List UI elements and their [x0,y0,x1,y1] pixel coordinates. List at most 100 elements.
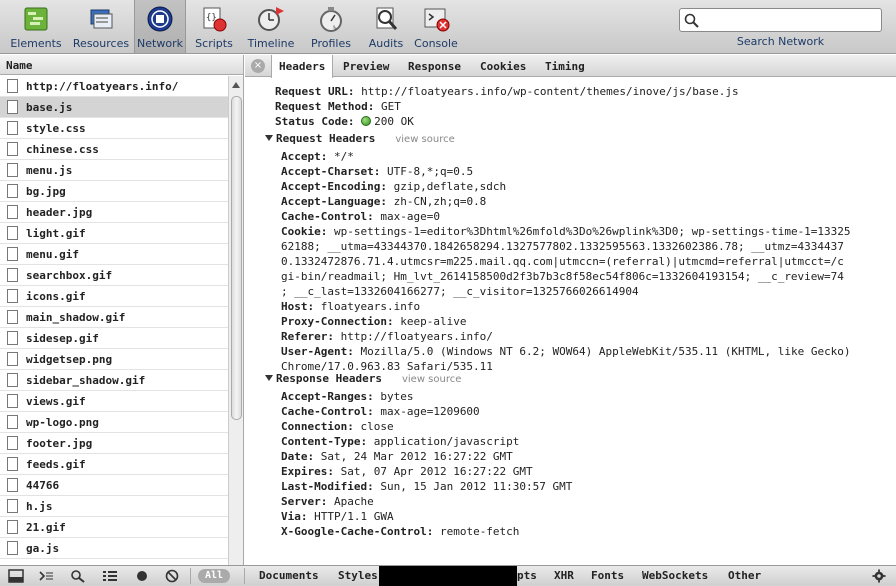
header-row: X-Google-Cache-Control: remote-fetch [281,524,519,539]
file-row[interactable]: footer.jpg [0,433,228,454]
filter-xhr[interactable]: XHR [554,569,574,582]
header-row: Accept-Language: zh-CN,zh;q=0.8 [281,194,486,209]
tool-scripts-label: Scripts [195,37,233,50]
file-icon [7,205,18,219]
tab-headers[interactable]: Headers [271,55,334,78]
tool-elements[interactable]: Elements [4,0,68,53]
file-row[interactable]: light.gif [0,223,228,244]
tab-timing[interactable]: Timing [538,55,592,77]
header-row: Last-Modified: Sun, 15 Jan 2012 11:30:57… [281,479,572,494]
scroll-thumb[interactable] [231,96,242,420]
header-row: Cache-Control: max-age=0 [281,209,440,224]
disclosure-triangle-icon[interactable] [265,135,273,141]
inspect-search-icon[interactable] [70,569,86,583]
request-url-value: http://floatyears.info/wp-content/themes… [361,85,739,98]
file-name: menu.gif [26,248,79,261]
file-row[interactable]: feeds.gif [0,454,228,475]
tool-resources[interactable]: Resources [70,0,132,53]
filter-documents[interactable]: Documents [259,569,319,582]
request-headers-section[interactable]: Request Headers view source [265,131,455,147]
file-name: wp-logo.png [26,416,99,429]
header-key: Host: [281,300,315,313]
file-icon [7,184,18,198]
dock-icon[interactable] [8,569,24,583]
filter-fonts[interactable]: Fonts [591,569,624,582]
header-row: User-Agent: Mozilla/5.0 (Windows NT 6.2;… [281,344,851,359]
response-headers-title: Response Headers [276,372,382,385]
scroll-up-icon[interactable] [232,82,240,88]
console-toggle-icon[interactable] [38,569,54,583]
tool-audits[interactable]: Audits [362,0,410,53]
status-ok-icon [361,116,372,126]
file-icon [7,226,18,240]
file-row[interactable]: searchbox.gif [0,265,228,286]
file-row[interactable]: style.css [0,118,228,139]
file-icon [7,121,18,135]
network-icon [147,6,173,32]
request-view-source-link[interactable]: view source [395,134,454,145]
file-row[interactable]: menu.js [0,160,228,181]
tool-scripts[interactable]: {} Scripts [188,0,240,53]
header-key: Date: [281,450,315,463]
file-name: base.js [26,101,73,114]
filter-styles[interactable]: Styles [338,569,378,582]
file-row[interactable]: 21.gif [0,517,228,538]
header-value: close [360,420,394,433]
file-list-scrollbar[interactable] [228,76,243,565]
file-row[interactable]: bg.jpg [0,181,228,202]
tool-timeline[interactable]: Timeline [242,0,300,53]
filter-other[interactable]: Other [728,569,761,582]
search-input[interactable] [679,8,882,32]
file-row[interactable]: icons.gif [0,286,228,307]
header-row: Connection: close [281,419,394,434]
header-key: Accept-Charset: [281,165,381,178]
file-icon [7,247,18,261]
tab-cookies[interactable]: Cookies [473,55,533,77]
tool-profiles[interactable]: % Profiles [302,0,360,53]
filter-websockets[interactable]: WebSockets [642,569,708,582]
file-row[interactable]: header.jpg [0,202,228,223]
header-value: */* [333,150,354,163]
filter-scripts[interactable]: pts [517,569,537,582]
file-name: searchbox.gif [26,269,113,282]
gear-icon[interactable] [871,569,887,583]
header-row: 62188; __utma=43344370.1842658294.132757… [281,239,844,254]
file-row[interactable]: sidebar_shadow.gif [0,370,228,391]
header-key: Accept: [281,150,328,163]
file-row[interactable]: sidesep.gif [0,328,228,349]
file-row[interactable]: base.js [0,97,228,118]
tab-response[interactable]: Response [401,55,468,77]
response-view-source-link[interactable]: view source [402,374,461,385]
list-view-icon[interactable] [102,569,118,583]
redacted-block [379,566,517,586]
name-column-header[interactable]: Name [0,55,243,75]
file-row[interactable]: chinese.css [0,139,228,160]
header-value: wp-settings-1=editor%3Dhtml%26mfold%3Do%… [333,225,851,238]
file-name: sidesep.gif [26,332,99,345]
file-row[interactable]: main_shadow.gif [0,307,228,328]
file-row[interactable]: wp-logo.png [0,412,228,433]
file-row[interactable]: ga.js [0,538,228,559]
file-row[interactable]: h.js [0,496,228,517]
request-method-row: Request Method: GET [275,99,401,114]
console-icon [424,8,450,32]
disclosure-triangle-icon[interactable] [265,375,273,381]
file-row[interactable]: views.gif [0,391,228,412]
tab-preview[interactable]: Preview [336,55,396,77]
header-key: User-Agent: [281,345,354,358]
file-name: style.css [26,122,86,135]
file-name: menu.js [26,164,73,177]
response-headers-section[interactable]: Response Headers view source [265,371,461,387]
file-row[interactable]: http://floatyears.info/ [0,76,228,97]
close-icon[interactable]: × [251,59,265,73]
clear-icon[interactable] [164,569,180,583]
header-row: Cookie: wp-settings-1=editor%3Dhtml%26mf… [281,224,851,239]
tool-network[interactable]: Network [134,0,186,53]
tool-console[interactable]: Console [410,0,462,53]
file-row[interactable]: menu.gif [0,244,228,265]
filter-all[interactable]: All [198,569,230,583]
file-row[interactable]: widgetsep.png [0,349,228,370]
file-icon [7,79,18,93]
record-icon[interactable] [134,569,150,583]
file-row[interactable]: 44766 [0,475,228,496]
